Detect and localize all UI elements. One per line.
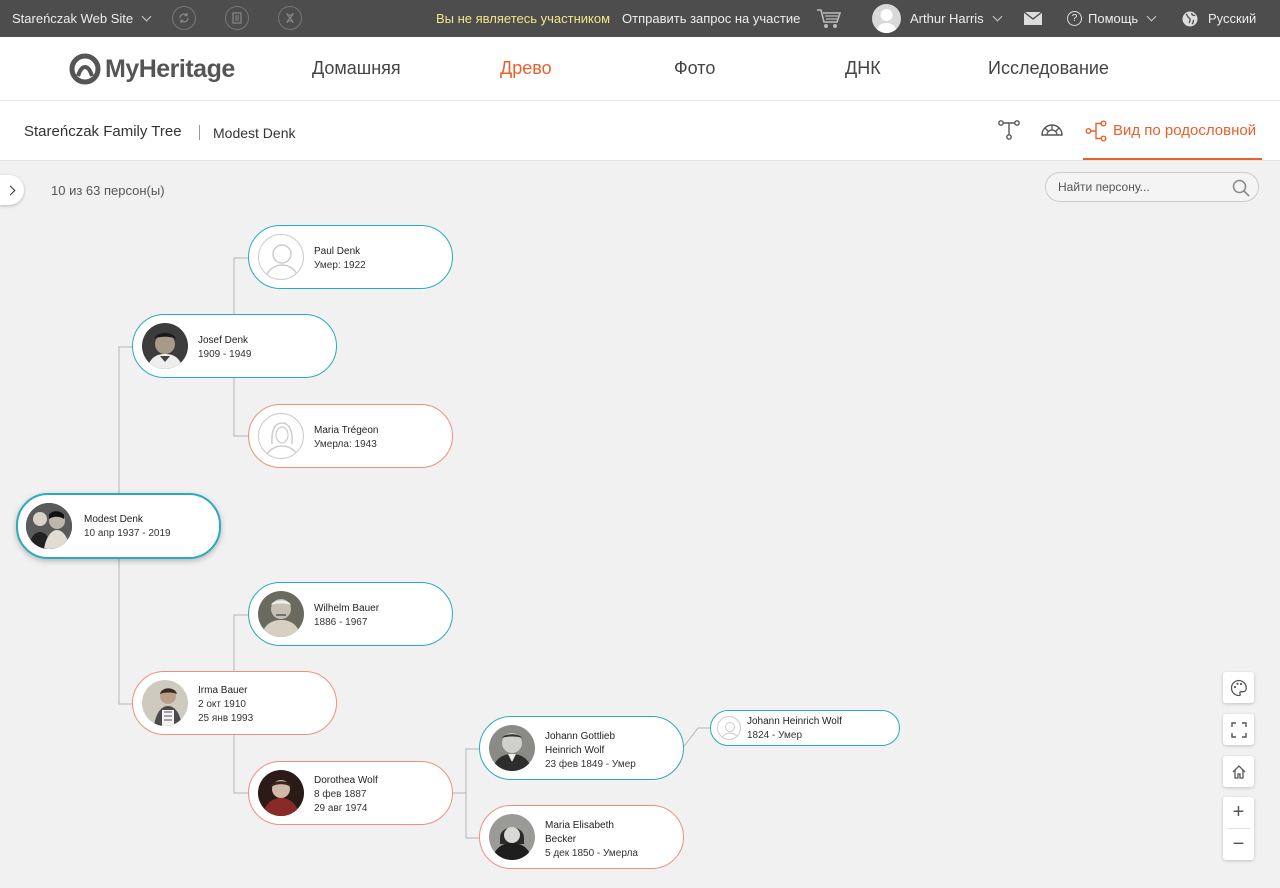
- person-dates: 10 апр 1937 - 2019: [84, 528, 171, 539]
- user-menu[interactable]: Arthur Harris: [872, 0, 1003, 37]
- person-dates: Умер: 1922: [314, 260, 366, 271]
- person-birth: 8 фев 1887: [314, 789, 367, 800]
- person-card-modest-denk[interactable]: Modest Denk 10 апр 1937 - 2019: [16, 493, 221, 559]
- person-photo: [142, 323, 188, 369]
- person-death: 29 авг 1974: [314, 803, 368, 814]
- breadcrumb-tree[interactable]: Stareńczak Family Tree: [24, 123, 182, 140]
- person-card-maria-elisabeth-becker[interactable]: Maria Elisabeth Becker 5 дек 1850 - Умер…: [479, 805, 684, 869]
- person-name-second: Heinrich Wolf: [545, 745, 605, 756]
- fan-view-icon[interactable]: [1040, 117, 1064, 143]
- person-photo: [142, 680, 188, 726]
- person-name: Dorothea Wolf: [314, 775, 378, 786]
- person-name: Modest Denk: [84, 514, 143, 525]
- top-bar: Stareńczak Web Site Вы не являетесь учас…: [0, 0, 1280, 37]
- person-birth: 2 окт 1910: [198, 699, 246, 710]
- logo-text: MyHeritage: [105, 54, 235, 83]
- nav-research[interactable]: Исследование: [988, 58, 1109, 79]
- language-label: Русский: [1208, 11, 1257, 26]
- site-selector[interactable]: Stareńczak Web Site: [12, 0, 152, 37]
- person-dates: 23 фев 1849 - Умер: [545, 759, 636, 770]
- person-photo: [489, 725, 535, 771]
- breadcrumb-person: Modest Denk: [213, 125, 296, 141]
- not-member-notice: Вы не являетесь участником: [436, 11, 611, 26]
- person-name-second: Becker: [545, 834, 577, 845]
- female-placeholder-icon: [258, 413, 304, 459]
- fullscreen-button[interactable]: [1223, 714, 1254, 745]
- person-name: Johann Heinrich Wolf: [747, 716, 842, 727]
- nav-photos[interactable]: Фото: [674, 58, 715, 79]
- user-name: Arthur Harris: [910, 11, 984, 26]
- language-menu[interactable]: Русский: [1182, 0, 1256, 37]
- cart-icon[interactable]: [816, 0, 842, 37]
- person-name: Maria Trégeon: [314, 425, 379, 436]
- help-label: Помощь: [1088, 11, 1139, 26]
- person-name: Irma Bauer: [198, 685, 248, 696]
- zoom-in-button[interactable]: +: [1223, 797, 1254, 828]
- person-card-johann-gottlieb-heinrich-wolf[interactable]: Johann Gottlieb Heinrich Wolf 23 фев 184…: [479, 716, 684, 780]
- person-card-wilhelm-bauer[interactable]: Wilhelm Bauer 1886 - 1967: [248, 582, 453, 646]
- pedigree-view-label: Вид по родословной: [1113, 122, 1257, 139]
- home-icon: [1232, 764, 1245, 779]
- person-photo: [26, 503, 72, 549]
- person-card-josef-denk[interactable]: Josef Denk 1909 - 1949: [132, 314, 337, 378]
- dna-icon[interactable]: [278, 6, 302, 30]
- person-dates: 1886 - 1967: [314, 617, 368, 628]
- palette-icon: [1230, 679, 1247, 696]
- person-name: Wilhelm Bauer: [314, 603, 380, 614]
- help-icon: ?: [1067, 11, 1082, 26]
- chevron-down-icon: [992, 11, 1003, 22]
- nav-dna[interactable]: ДНК: [845, 58, 881, 79]
- person-name-first: Maria Elisabeth: [545, 820, 614, 831]
- person-card-paul-denk[interactable]: Paul Denk Умер: 1922: [248, 225, 453, 289]
- person-card-irma-bauer[interactable]: Irma Bauer 2 окт 1910 25 янв 1993: [132, 671, 337, 735]
- person-count: 10 из 63 персон(ы): [51, 183, 165, 198]
- chevron-down-icon: [1146, 11, 1157, 22]
- tab-pedigree-view[interactable]: Вид по родословной: [1083, 101, 1262, 160]
- male-placeholder-icon: [717, 716, 741, 740]
- chevron-right-icon: [5, 185, 16, 195]
- person-name-first: Johann Gottlieb: [545, 731, 616, 742]
- person-photo: [258, 770, 304, 816]
- search-icon[interactable]: [1232, 179, 1250, 197]
- person-name: Paul Denk: [314, 246, 361, 257]
- request-membership-link[interactable]: Отправить запрос на участие: [622, 0, 800, 37]
- breadcrumb-divider: [199, 125, 200, 140]
- fullscreen-icon: [1230, 721, 1247, 738]
- person-dates: 1909 - 1949: [198, 349, 252, 360]
- person-card-maria-tregeon[interactable]: Maria Trégeon Умерла: 1943: [248, 404, 453, 468]
- nav-home[interactable]: Домашняя: [312, 58, 401, 79]
- tree-header: Stareńczak Family Tree Modest Denk Вид п…: [0, 101, 1280, 161]
- nav-tree[interactable]: Древо: [500, 58, 552, 79]
- search-input[interactable]: [1058, 180, 1228, 194]
- zoom-controls: + −: [1223, 797, 1254, 860]
- main-navigation: MyHeritage Домашняя Древо Фото ДНК Иссле…: [0, 37, 1280, 101]
- person-dates: Умерла: 1943: [314, 439, 377, 450]
- logo-mark-icon: [69, 53, 101, 85]
- person-death: 25 янв 1993: [198, 713, 254, 724]
- person-photo: [489, 814, 535, 860]
- male-placeholder-icon: [258, 234, 304, 280]
- person-card-dorothea-wolf[interactable]: Dorothea Wolf 8 фев 1887 29 авг 1974: [248, 761, 453, 825]
- chevron-down-icon: [141, 11, 152, 22]
- person-dates: 5 дек 1850 - Умерла: [545, 848, 638, 859]
- person-photo: [258, 591, 304, 637]
- myheritage-logo[interactable]: MyHeritage: [69, 53, 235, 85]
- pedigree-view-icon: [1085, 120, 1107, 142]
- person-name: Josef Denk: [198, 335, 249, 346]
- theme-palette-button[interactable]: [1223, 672, 1254, 703]
- home-button[interactable]: [1223, 756, 1254, 787]
- tree-canvas[interactable]: Modest Denk 10 апр 1937 - 2019 Josef Den…: [0, 219, 1280, 888]
- globe-icon: [1182, 11, 1198, 26]
- person-dates: 1824 - Умер: [747, 730, 803, 741]
- person-search[interactable]: [1045, 172, 1259, 202]
- help-menu[interactable]: ? Помощь: [1067, 0, 1157, 37]
- person-card-johann-heinrich-wolf[interactable]: Johann Heinrich Wolf 1824 - Умер: [710, 710, 900, 746]
- site-name: Stareńczak Web Site: [12, 11, 134, 26]
- sync-icon[interactable]: [172, 6, 196, 30]
- family-view-icon[interactable]: [997, 117, 1021, 143]
- avatar: [872, 4, 901, 33]
- zoom-out-button[interactable]: −: [1223, 829, 1254, 860]
- document-icon[interactable]: [225, 6, 249, 30]
- mail-icon[interactable]: [1024, 0, 1042, 37]
